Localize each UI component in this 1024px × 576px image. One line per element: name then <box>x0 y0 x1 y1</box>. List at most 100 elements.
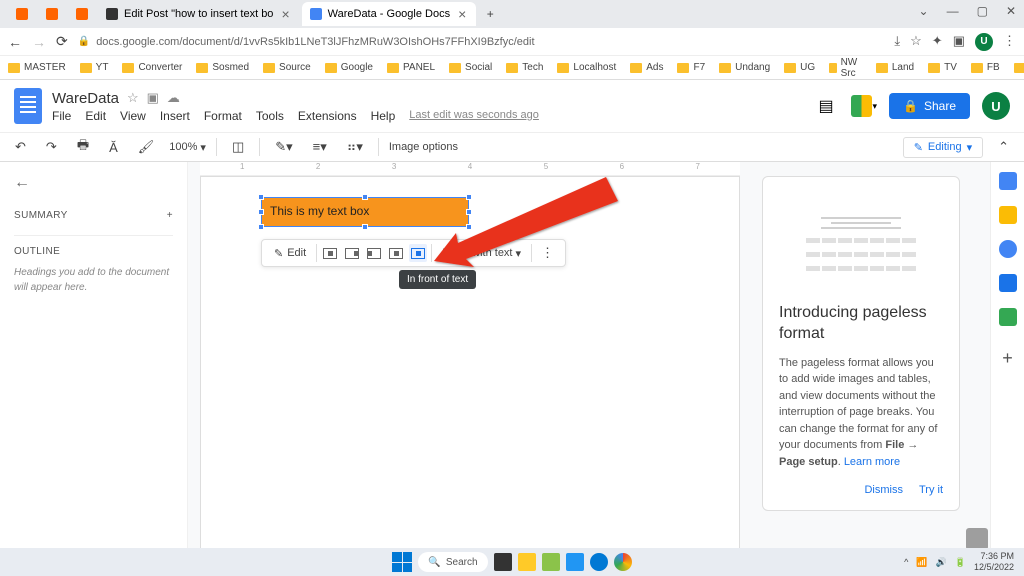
menu-format[interactable]: Format <box>204 109 242 123</box>
in-front-of-text-button[interactable] <box>409 244 427 262</box>
bookmark[interactable]: Google <box>325 62 373 73</box>
hide-outline-button[interactable]: ← <box>14 174 173 192</box>
edge-icon[interactable] <box>590 553 608 571</box>
document-canvas[interactable]: 1234567 This is my text box ✎Edit Move w… <box>188 162 752 558</box>
browser-tab[interactable] <box>8 2 36 26</box>
docs-logo-icon[interactable] <box>14 88 42 124</box>
editing-mode-select[interactable]: ✎Editing▾ <box>903 137 983 158</box>
clock[interactable]: 7:36 PM12/5/2022 <box>974 551 1014 573</box>
maps-icon[interactable] <box>999 308 1017 326</box>
bookmark[interactable]: Sosmed <box>196 62 249 73</box>
comment-history-icon[interactable]: ▤ <box>813 93 839 119</box>
bookmark[interactable]: Source <box>263 62 311 73</box>
bookmark[interactable]: MASTER <box>8 62 66 73</box>
close-icon[interactable]: × <box>279 6 291 22</box>
behind-text-button[interactable] <box>387 244 405 262</box>
menu-edit[interactable]: Edit <box>85 109 106 123</box>
bookmark[interactable]: FB <box>971 62 1000 73</box>
chevron-down-icon[interactable]: ⌄ <box>919 4 929 18</box>
bookmark[interactable]: Ads <box>630 62 663 73</box>
bookmark[interactable]: UG <box>784 62 815 73</box>
menu-icon[interactable]: ⋮ <box>1003 33 1016 51</box>
bookmark[interactable]: Tech <box>506 62 543 73</box>
resize-handle[interactable] <box>362 194 368 200</box>
selected-text-box[interactable]: This is my text box <box>261 197 469 227</box>
bookmark[interactable]: PANEL <box>387 62 435 73</box>
document-title[interactable]: WareData <box>52 90 119 107</box>
bookmark[interactable]: F7 <box>677 62 705 73</box>
resize-handle[interactable] <box>258 209 264 215</box>
volume-icon[interactable]: 🔊 <box>936 557 947 568</box>
move-with-text-select[interactable]: Move with text ▾ <box>436 247 527 260</box>
menu-extensions[interactable]: Extensions <box>298 109 357 123</box>
star-icon[interactable]: ☆ <box>127 90 139 106</box>
chrome-icon[interactable] <box>614 553 632 571</box>
url-field[interactable]: 🔒docs.google.com/document/d/1vvRs5kIb1LN… <box>78 36 885 48</box>
bookmark[interactable]: Localhost <box>557 62 616 73</box>
border-color-button[interactable]: ✎▾ <box>270 136 297 158</box>
wifi-icon[interactable]: 📶 <box>916 557 927 568</box>
share-button[interactable]: 🔒Share <box>889 93 970 119</box>
browser-tab[interactable] <box>68 2 96 26</box>
print-button[interactable]: 🖶 <box>72 133 94 161</box>
bookmark[interactable]: Converter <box>122 62 182 73</box>
minimize-icon[interactable]: — <box>947 4 959 18</box>
try-it-button[interactable]: Try it <box>919 484 943 496</box>
border-weight-button[interactable]: ≡▾ <box>308 136 332 158</box>
maximize-icon[interactable]: ▢ <box>977 4 988 18</box>
close-icon[interactable]: × <box>456 6 468 22</box>
star-icon[interactable]: ☆ <box>910 33 922 51</box>
resize-handle[interactable] <box>258 224 264 230</box>
border-dash-button[interactable]: ⠶▾ <box>342 136 368 158</box>
browser-tab[interactable] <box>38 2 66 26</box>
calendar-icon[interactable] <box>999 172 1017 190</box>
bookmark[interactable]: Gov <box>1014 62 1024 73</box>
meet-icon[interactable]: ▾ <box>851 93 877 119</box>
tasks-icon[interactable] <box>999 240 1017 258</box>
menu-tools[interactable]: Tools <box>256 109 284 123</box>
last-edit-link[interactable]: Last edit was seconds ago <box>409 109 539 123</box>
menu-help[interactable]: Help <box>371 109 396 123</box>
cloud-icon[interactable]: ☁ <box>167 90 180 106</box>
crop-button[interactable]: ◫ <box>227 136 249 158</box>
bookmark[interactable]: YT <box>80 62 109 73</box>
menu-insert[interactable]: Insert <box>160 109 190 123</box>
extension-icon[interactable]: ✦ <box>932 33 943 51</box>
taskbar-search[interactable]: 🔍Search <box>418 552 487 572</box>
browser-tab-active[interactable]: WareData - Google Docs× <box>302 2 477 26</box>
bookmark[interactable]: TV <box>928 62 957 73</box>
add-summary-button[interactable]: + <box>167 210 173 221</box>
contacts-icon[interactable] <box>999 274 1017 292</box>
install-icon[interactable]: ⤓ <box>894 33 900 51</box>
bookmark[interactable]: Social <box>449 62 492 73</box>
menu-file[interactable]: File <box>52 109 71 123</box>
zoom-select[interactable]: 100% ▾ <box>169 141 206 154</box>
resize-handle[interactable] <box>258 194 264 200</box>
taskbar-app-icon[interactable] <box>494 553 512 571</box>
edit-button[interactable]: ✎Edit <box>268 247 312 260</box>
redo-button[interactable]: ↷ <box>41 136 62 158</box>
menu-view[interactable]: View <box>120 109 146 123</box>
break-text-button[interactable] <box>365 244 383 262</box>
collapse-button[interactable]: ⌃ <box>993 136 1014 158</box>
keep-icon[interactable] <box>999 206 1017 224</box>
bookmark[interactable]: Land <box>876 62 914 73</box>
add-addon-button[interactable]: + <box>1002 348 1013 369</box>
paint-format-button[interactable]: 🖌 <box>133 136 160 158</box>
bookmark[interactable]: NW Src <box>829 57 862 79</box>
browser-tab[interactable]: Edit Post "how to insert text bo× <box>98 2 300 26</box>
ruler[interactable]: 1234567 <box>200 162 740 176</box>
taskbar-app-icon[interactable] <box>566 553 584 571</box>
resize-handle[interactable] <box>466 224 472 230</box>
image-options-button[interactable]: Image options <box>389 141 458 153</box>
more-options-button[interactable]: ⋮ <box>536 242 559 264</box>
wrap-text-button[interactable] <box>343 244 361 262</box>
battery-icon[interactable]: 🔋 <box>955 557 966 568</box>
resize-handle[interactable] <box>466 194 472 200</box>
spellcheck-button[interactable]: Ă <box>104 137 123 158</box>
dismiss-button[interactable]: Dismiss <box>864 484 903 496</box>
undo-button[interactable]: ↶ <box>10 136 31 158</box>
reading-list-icon[interactable]: ▣ <box>953 33 965 51</box>
file-explorer-icon[interactable] <box>518 553 536 571</box>
reload-button[interactable]: ⟳ <box>56 33 68 50</box>
